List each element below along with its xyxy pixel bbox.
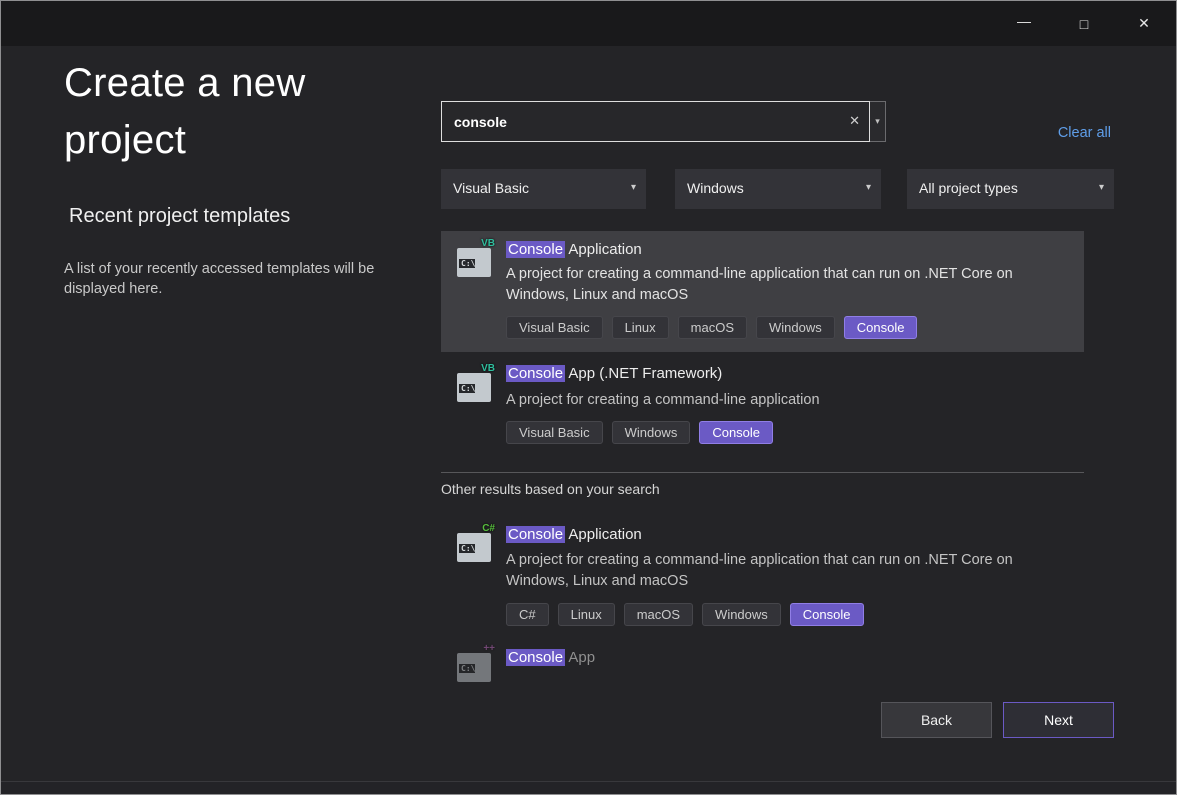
tag: Windows [702,603,781,626]
next-button[interactable]: Next [1003,702,1114,738]
close-icon: ✕ [1138,15,1150,32]
template-item-console-app-cpp[interactable]: C:\ ++ Console App [441,643,1084,683]
vb-console-icon: C:\ VB [457,240,495,277]
title-bar: — □ ✕ [1,1,1176,46]
template-description: A project for creating a command-line ap… [506,550,1062,592]
tag-console-highlighted: Console [790,603,864,626]
language-filter-value: Visual Basic [453,180,529,196]
chevron-down-icon: ▾ [631,182,636,193]
tag: macOS [624,603,693,626]
maximize-icon: □ [1080,16,1088,32]
template-item-console-app-net-framework[interactable]: C:\ VB Console App (.NET Framework) A pr… [441,353,1084,463]
search-match-highlight: Console [506,649,565,666]
project-type-filter-dropdown[interactable]: All project types ▾ [907,169,1114,209]
search-match-highlight: Console [506,526,565,543]
chevron-down-icon: ▾ [1099,182,1104,193]
other-results-header: Other results based on your search [441,481,660,497]
recent-templates-header: Recent project templates [69,205,290,228]
tag: Visual Basic [506,316,603,339]
platform-filter-dropdown[interactable]: Windows ▾ [675,169,881,209]
tag: macOS [678,316,747,339]
language-filter-dropdown[interactable]: Visual Basic ▾ [441,169,646,209]
search-match-highlight: Console [506,365,565,382]
template-title: Console App [506,649,595,666]
tag: Linux [612,316,669,339]
close-button[interactable]: ✕ [1114,1,1174,46]
search-box: ✕ [441,101,870,142]
template-tags: Visual Basic Linux macOS Windows Console [506,316,917,339]
search-clear-icon[interactable]: ✕ [849,113,860,129]
clear-all-link[interactable]: Clear all [1058,125,1111,141]
tag: Linux [558,603,615,626]
tag-console-highlighted: Console [844,316,918,339]
search-input[interactable] [442,102,869,141]
template-tags: C# Linux macOS Windows Console [506,603,864,626]
minimize-icon: — [1017,13,1031,29]
window-controls: — □ ✕ [994,1,1174,46]
tag: Windows [612,421,691,444]
maximize-button[interactable]: □ [1054,1,1114,46]
window-bottom-edge [1,781,1176,794]
template-description: A project for creating a command-line ap… [506,390,1062,411]
template-title: Console Application [506,241,642,258]
template-item-console-application-vb[interactable]: C:\ VB Console Application A project for… [441,231,1084,352]
project-type-filter-value: All project types [919,180,1018,196]
chevron-down-icon: ▾ [866,182,871,193]
tag: C# [506,603,549,626]
vb-console-icon: C:\ VB [457,365,495,402]
tag-console-highlighted: Console [699,421,773,444]
recent-templates-description: A list of your recently accessed templat… [64,259,412,299]
template-description: A project for creating a command-line ap… [506,264,1062,306]
search-match-highlight: Console [506,241,565,258]
template-title: Console App (.NET Framework) [506,365,722,382]
csharp-console-icon: C:\ C# [457,525,495,562]
tag: Visual Basic [506,421,603,444]
minimize-button[interactable]: — [994,1,1054,46]
search-history-dropdown[interactable]: ▾ [870,101,886,142]
page-title: Create a new project [64,55,364,169]
back-button[interactable]: Back [881,702,992,738]
results-divider [441,472,1084,473]
template-item-console-application-csharp[interactable]: C:\ C# Console Application A project for… [441,515,1084,637]
template-tags: Visual Basic Windows Console [506,421,773,444]
tag: Windows [756,316,835,339]
create-project-dialog: — □ ✕ Create a new project Recent projec… [0,0,1177,795]
template-title: Console Application [506,526,642,543]
platform-filter-value: Windows [687,180,744,196]
cpp-console-icon: C:\ ++ [457,645,495,682]
chevron-down-icon: ▾ [875,116,880,127]
